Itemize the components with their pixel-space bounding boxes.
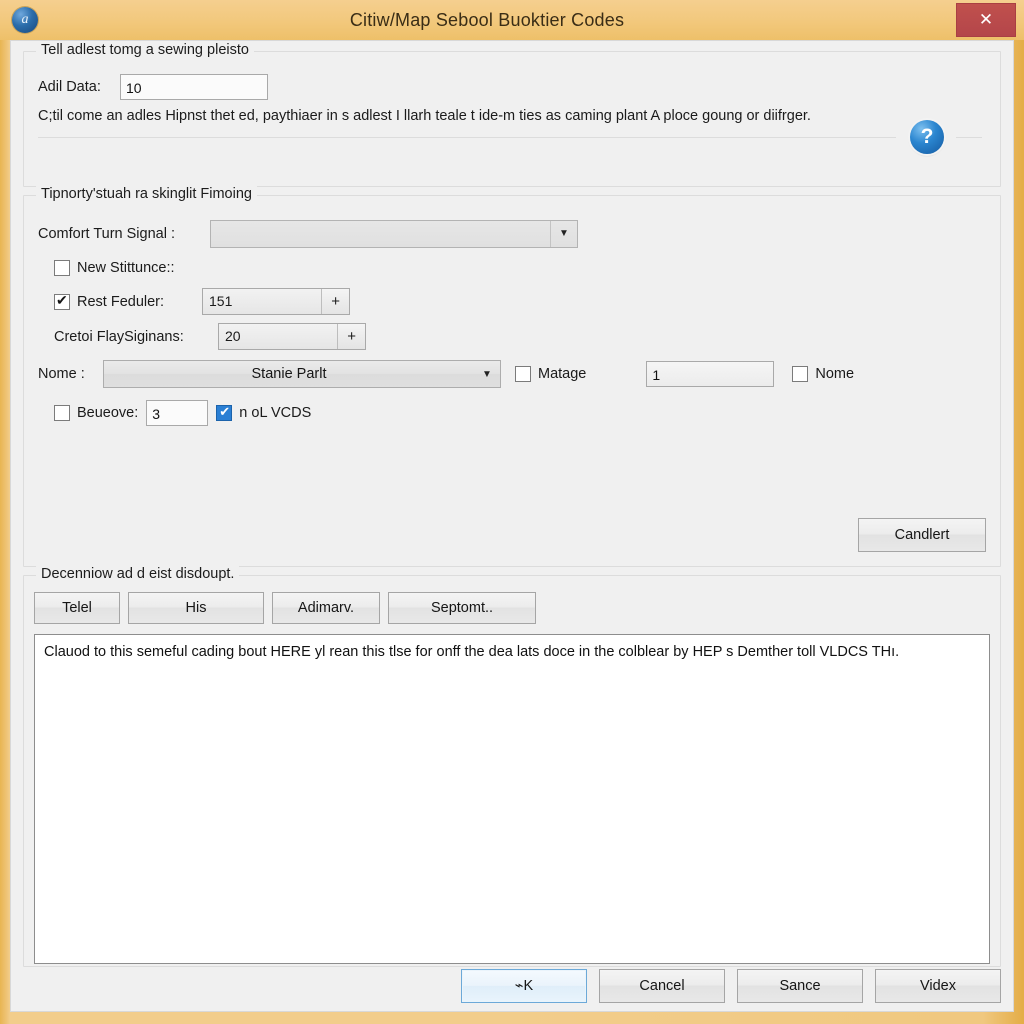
tab-his[interactable]: His <box>128 592 264 624</box>
tab-row: Telel His Adimarv. Septomt.. <box>34 592 990 624</box>
chevron-down-icon: ▼ <box>550 221 577 247</box>
tab-adimarv[interactable]: Adimarv. <box>272 592 380 624</box>
window-title: Citiw/Map Sebool Buoktier Codes <box>349 9 625 30</box>
rest-feduler-value[interactable]: 151 <box>203 289 321 314</box>
vcds-label: n oL VCDS <box>239 405 312 421</box>
nome-checkbox[interactable] <box>792 366 809 382</box>
new-stittunce-checkbox-row[interactable]: New Stittunce:: <box>54 260 175 276</box>
nome-label: Nome : <box>38 366 85 382</box>
beueove-value-input[interactable]: 3 <box>146 400 209 426</box>
help-rule-left <box>38 137 896 138</box>
ok-button[interactable]: ⌁K <box>461 969 587 1003</box>
settings-group-legend: Tipnorty'stuah ra skinglit Fimoing <box>36 186 257 202</box>
cretoi-label: Cretoi FlaySiginans: <box>54 328 184 345</box>
output-group-legend: Decenniow ad d eist disdoupt. <box>36 566 240 582</box>
tab-telel[interactable]: Telel <box>34 592 120 624</box>
cretoi-value[interactable]: 20 <box>219 324 337 349</box>
help-icon[interactable]: ? <box>910 120 944 154</box>
title-bar: a Citiw/Map Sebool Buoktier Codes ✕ <box>0 0 1024 40</box>
matage-label: Matage <box>538 366 587 382</box>
matage-checkbox-row[interactable]: Matage <box>515 366 586 382</box>
adil-data-label: Adil Data: <box>38 79 101 95</box>
top-group-legend: Tell adlest tomg a sewing pleisto <box>36 42 254 58</box>
settings-group-box: Tipnorty'stuah ra skinglit Fimoing Comfo… <box>23 186 1001 567</box>
candlert-button[interactable]: Candlert <box>858 518 986 552</box>
help-rule-right <box>956 137 982 138</box>
comfort-turn-signal-combo[interactable]: ▼ <box>210 220 578 248</box>
cretoi-increment-button[interactable]: + <box>337 324 365 349</box>
tab-septomt[interactable]: Septomt.. <box>388 592 536 624</box>
rest-feduler-checkbox-row[interactable]: Rest Feduler: <box>54 292 202 310</box>
cretoi-stepper[interactable]: 20 + <box>218 323 366 350</box>
rest-feduler-stepper[interactable]: 151 + <box>202 288 350 315</box>
top-group-note: C;til come an adles Hipnst thet ed, payt… <box>38 108 811 124</box>
client-area: Tell adlest tomg a sewing pleisto ? Adil… <box>10 40 1014 1012</box>
top-group-box: Tell adlest tomg a sewing pleisto ? Adil… <box>23 42 1001 187</box>
nome-combo[interactable]: Stanie Parlt ▼ <box>103 360 501 388</box>
cancel-button[interactable]: Cancel <box>599 969 725 1003</box>
sance-button[interactable]: Sance <box>737 969 863 1003</box>
log-textarea[interactable]: Clauod to this semeful cading bout HERE … <box>34 634 990 964</box>
beueove-label: Beueove: <box>77 405 139 421</box>
new-stittunce-checkbox[interactable] <box>54 260 70 276</box>
vcds-checkbox[interactable] <box>216 404 233 421</box>
beueove-checkbox[interactable] <box>54 405 70 421</box>
comfort-turn-signal-label: Comfort Turn Signal : <box>38 226 175 242</box>
matage-checkbox[interactable] <box>515 366 531 382</box>
rest-feduler-checkbox[interactable] <box>54 292 70 310</box>
rest-feduler-increment-button[interactable]: + <box>321 289 349 314</box>
vcds-checkbox-row[interactable]: n oL VCDS <box>216 404 312 421</box>
close-button[interactable]: ✕ <box>956 3 1016 37</box>
new-stittunce-label: New Stittunce:: <box>77 260 175 276</box>
videx-button[interactable]: Videx <box>875 969 1001 1003</box>
chevron-down-icon: ▼ <box>482 368 492 380</box>
dialog-window: a Citiw/Map Sebool Buoktier Codes ✕ Tell… <box>0 0 1024 1024</box>
dialog-footer: ⌁K Cancel Sance Videx <box>23 969 1001 1003</box>
nome-checkbox-label: Nome <box>815 366 855 382</box>
adil-data-input[interactable]: 10 <box>120 74 268 100</box>
nome-count-input[interactable]: 1 <box>646 361 775 387</box>
nome-combo-value: Stanie Parlt <box>251 366 327 382</box>
output-group-box: Decenniow ad d eist disdoupt. Telel His … <box>23 566 1001 967</box>
rest-feduler-label: Rest Feduler: <box>77 293 165 310</box>
nome-checkbox-row[interactable]: Nome <box>792 366 854 382</box>
beueove-checkbox-row[interactable]: Beueove: <box>54 405 138 421</box>
app-badge-icon: a <box>12 7 38 33</box>
